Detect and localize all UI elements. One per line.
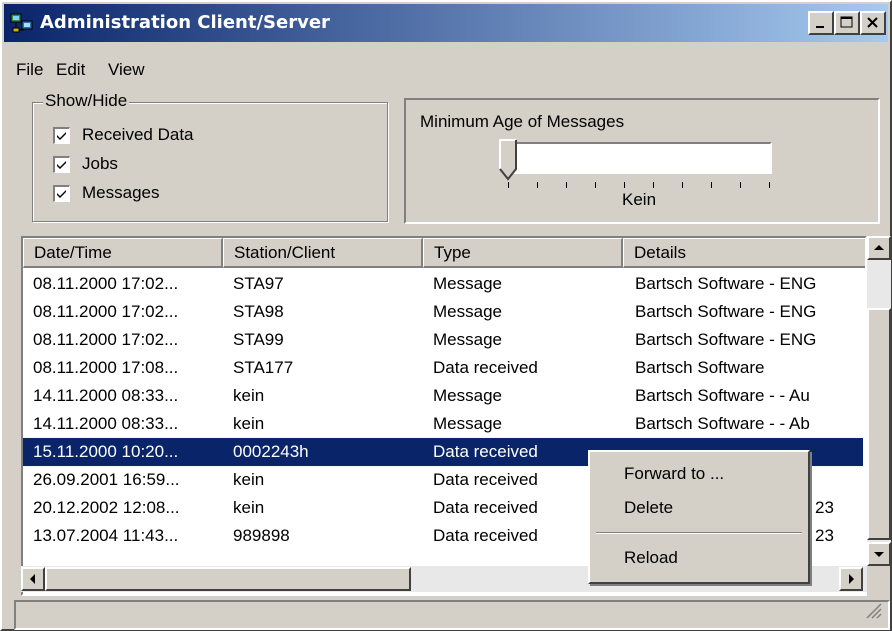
slider-tick	[537, 182, 538, 188]
slider-tick	[508, 182, 509, 188]
menu-edit[interactable]: Edit	[56, 60, 85, 80]
context-reload[interactable]: Reload	[624, 548, 678, 568]
scroll-left-button[interactable]	[21, 567, 45, 591]
show-hide-group: Show/Hide Received Data Jobs Messages	[32, 91, 388, 222]
column-header-details[interactable]: Details	[623, 238, 865, 268]
menu-file[interactable]: File	[16, 60, 43, 80]
slider-tick	[711, 182, 712, 188]
cell-station: STA99	[233, 330, 284, 349]
slider-tick	[566, 182, 567, 188]
slider-tick	[740, 182, 741, 188]
cell-details: Bartsch Software	[635, 358, 765, 377]
cell-datetime: 14.11.2000 08:33...	[33, 414, 179, 433]
table-row[interactable]: 08.11.2000 17:02... STA99 Message Bartsc…	[23, 326, 863, 354]
checkbox-box[interactable]	[53, 185, 70, 202]
cell-details: Bartsch Software - - Au	[635, 386, 810, 405]
horizontal-scroll-thumb[interactable]	[45, 567, 411, 591]
cell-datetime: 20.12.2002 12:08...	[33, 498, 180, 517]
column-header-datetime[interactable]: Date/Time	[23, 238, 223, 268]
cell-datetime: 13.07.2004 11:43...	[33, 526, 179, 545]
cell-station: 989898	[233, 526, 290, 545]
scroll-right-button[interactable]	[839, 567, 863, 591]
show-hide-title: Show/Hide	[43, 91, 130, 111]
cell-datetime: 08.11.2000 17:02...	[33, 274, 179, 293]
cell-datetime: 26.09.2001 16:59...	[33, 470, 180, 489]
maximize-button[interactable]	[834, 11, 860, 35]
checkbox-box[interactable]	[53, 127, 70, 144]
app-window: Administration Client/Server File Edit V…	[0, 0, 892, 631]
checkbox-label: Received Data	[82, 125, 194, 144]
vertical-scroll-thumb[interactable]	[867, 308, 891, 540]
cell-details: 23	[815, 526, 834, 545]
cell-details: Bartsch Software - ENG	[635, 330, 817, 349]
table-row[interactable]: 14.11.2000 08:33... kein Message Bartsch…	[23, 410, 863, 438]
cell-details: Bartsch Software - ENG	[635, 302, 817, 321]
cell-station: STA177	[233, 358, 294, 377]
scroll-up-button[interactable]	[867, 236, 891, 260]
table-row[interactable]: 08.11.2000 17:08... STA177 Data received…	[23, 354, 863, 382]
network-computers-icon	[10, 12, 34, 34]
cell-details: Bartsch Software - - Ab	[635, 414, 810, 433]
menu-view[interactable]: View	[108, 60, 145, 80]
context-delete[interactable]: Delete	[624, 498, 673, 518]
cell-type: Message	[433, 386, 502, 405]
slider-tick	[595, 182, 596, 188]
slider-tick	[682, 182, 683, 188]
cell-type: Message	[433, 414, 502, 433]
cell-station: 0002243h	[233, 442, 309, 461]
slider-tick	[624, 182, 625, 188]
min-age-title: Minimum Age of Messages	[420, 112, 625, 131]
slider-tick	[653, 182, 654, 188]
close-button[interactable]	[860, 11, 886, 35]
title-bar[interactable]: Administration Client/Server	[4, 4, 888, 42]
cell-datetime: 08.11.2000 17:02...	[33, 330, 179, 349]
cell-datetime: 15.11.2000 10:20...	[33, 442, 179, 461]
context-menu: Forward to ... Delete Reload	[588, 450, 810, 584]
cell-station: kein	[233, 414, 265, 433]
table-row[interactable]: 08.11.2000 17:02... STA98 Message Bartsc…	[23, 298, 863, 326]
cell-details: Bartsch Software - ENG	[635, 274, 817, 293]
column-header-type[interactable]: Type	[423, 238, 623, 268]
cell-type: Message	[433, 330, 502, 349]
context-separator	[596, 532, 802, 534]
cell-details: 23	[815, 498, 834, 517]
slider-tick	[769, 182, 770, 188]
cell-type: Data received	[433, 358, 538, 377]
cell-datetime: 08.11.2000 17:02...	[33, 302, 179, 321]
cell-station: kein	[233, 386, 265, 405]
min-age-slider-track[interactable]	[510, 142, 772, 174]
min-age-slider-thumb[interactable]	[498, 139, 518, 181]
cell-station: kein	[233, 498, 265, 517]
checkbox-label: Messages	[82, 183, 160, 202]
table-row[interactable]: 14.11.2000 08:33... kein Message Bartsch…	[23, 382, 863, 410]
cell-station: kein	[233, 470, 265, 489]
window-title: Administration Client/Server	[40, 12, 330, 33]
min-age-value-label: Kein	[622, 190, 657, 209]
cell-station: STA97	[233, 274, 284, 293]
table-row[interactable]: 08.11.2000 17:02... STA97 Message Bartsc…	[23, 270, 863, 298]
cell-type: Message	[433, 274, 502, 293]
resize-grip-icon[interactable]	[864, 601, 882, 624]
checkbox-label: Jobs	[82, 154, 118, 173]
vertical-scrollbar[interactable]	[867, 236, 891, 566]
status-bar	[14, 600, 890, 630]
context-forward-to[interactable]: Forward to ...	[624, 464, 724, 484]
scroll-down-button[interactable]	[867, 542, 891, 566]
cell-datetime: 08.11.2000 17:08...	[33, 358, 179, 377]
minimize-button[interactable]	[808, 11, 834, 35]
cell-datetime: 14.11.2000 08:33...	[33, 386, 179, 405]
cell-station: STA98	[233, 302, 284, 321]
checkbox-box[interactable]	[53, 156, 70, 173]
cell-type: Message	[433, 302, 502, 321]
column-header-station[interactable]: Station/Client	[223, 238, 423, 268]
